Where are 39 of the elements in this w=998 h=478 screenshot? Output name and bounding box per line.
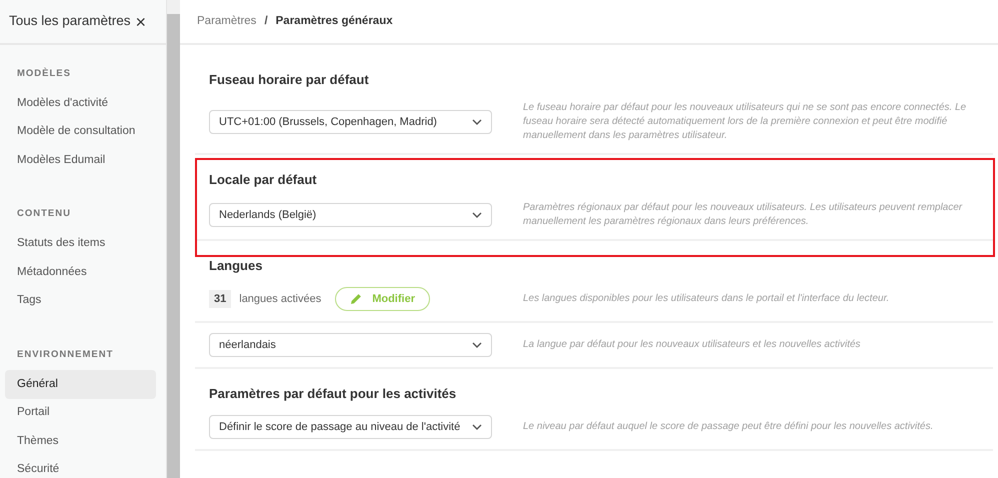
group-heading: MODÈLES [16,66,72,81]
sidebar-item[interactable]: Sécurité [5,456,161,478]
sidebar-title: Tous les paramètres [9,12,131,30]
breadcrumb-separator: / [264,14,268,29]
pencil-icon [350,293,362,305]
languages-label: langues activées [239,292,322,307]
section-title: Langues [208,257,264,276]
sidebar-item[interactable]: Métadonnées [5,258,161,286]
sidebar-item[interactable]: Tags [5,286,161,315]
sidebar-item[interactable]: Statuts des items [5,230,161,258]
section-title: Fuseau horaire par défaut [208,71,370,90]
select-field[interactable]: néerlandais [209,333,492,357]
sidebar-item[interactable]: Thèmes [5,427,161,456]
breadcrumb-link[interactable]: Paramètres [197,12,256,30]
sidebar-item[interactable]: Modèles Edumail [5,146,161,174]
select-field[interactable]: Nederlands (België) [209,203,492,227]
sidebar-item[interactable]: Général [5,370,156,398]
scrollbar[interactable] [167,0,180,478]
group-heading: CONTENU [16,207,72,222]
group-heading: ENVIRONNEMENT [16,348,114,362]
chevron-down-icon [472,424,482,430]
count-badge: 31 [209,290,232,308]
setting-description: Le niveau par défaut auquel le score de passage peut être défini pour les nouvelles activités. [522,420,934,434]
chevron-down-icon [472,119,482,125]
setting-description: Paramètres régionaux par défaut pour les nouveaux utilisateurs. Les utilisateurs peuvent remplacer manuellement les paramètres régionaux dans leurs préférences. [522,201,964,229]
section-title: Locale par défaut [208,171,318,190]
sidebar-item[interactable]: Modèle de consultation [5,118,161,146]
section-title: Paramètres par défaut pour les activités [208,385,458,404]
setting-description: Les langues disponibles pour les utilisateurs dans le portail et l'interface du lecteur. [522,292,890,306]
breadcrumb-current: Paramètres généraux [276,14,393,29]
select-field[interactable]: Définir le score de passage au niveau de l'activité [209,415,492,439]
sidebar-item[interactable]: Portail [5,398,161,427]
select-field[interactable]: UTC+01:00 (Brussels, Copenhagen, Madrid) [209,110,492,134]
close-button[interactable]: × [135,12,146,30]
setting-description: La langue par défaut pour les nouveaux utilisateurs et les nouvelles activités [522,338,862,352]
sidebar-item[interactable]: Modèles d'activité [5,89,161,118]
setting-description: Le fuseau horaire par défaut pour les nouveaux utilisateurs qui ne se sont pas encore connectés. Le fuseau horaire sera détecté automatiquement lors de la première connexion et peut être modifié manuellement dans les paramètres utilisateur. [522,101,968,143]
chevron-down-icon [472,212,482,218]
chevron-down-icon [472,342,482,348]
